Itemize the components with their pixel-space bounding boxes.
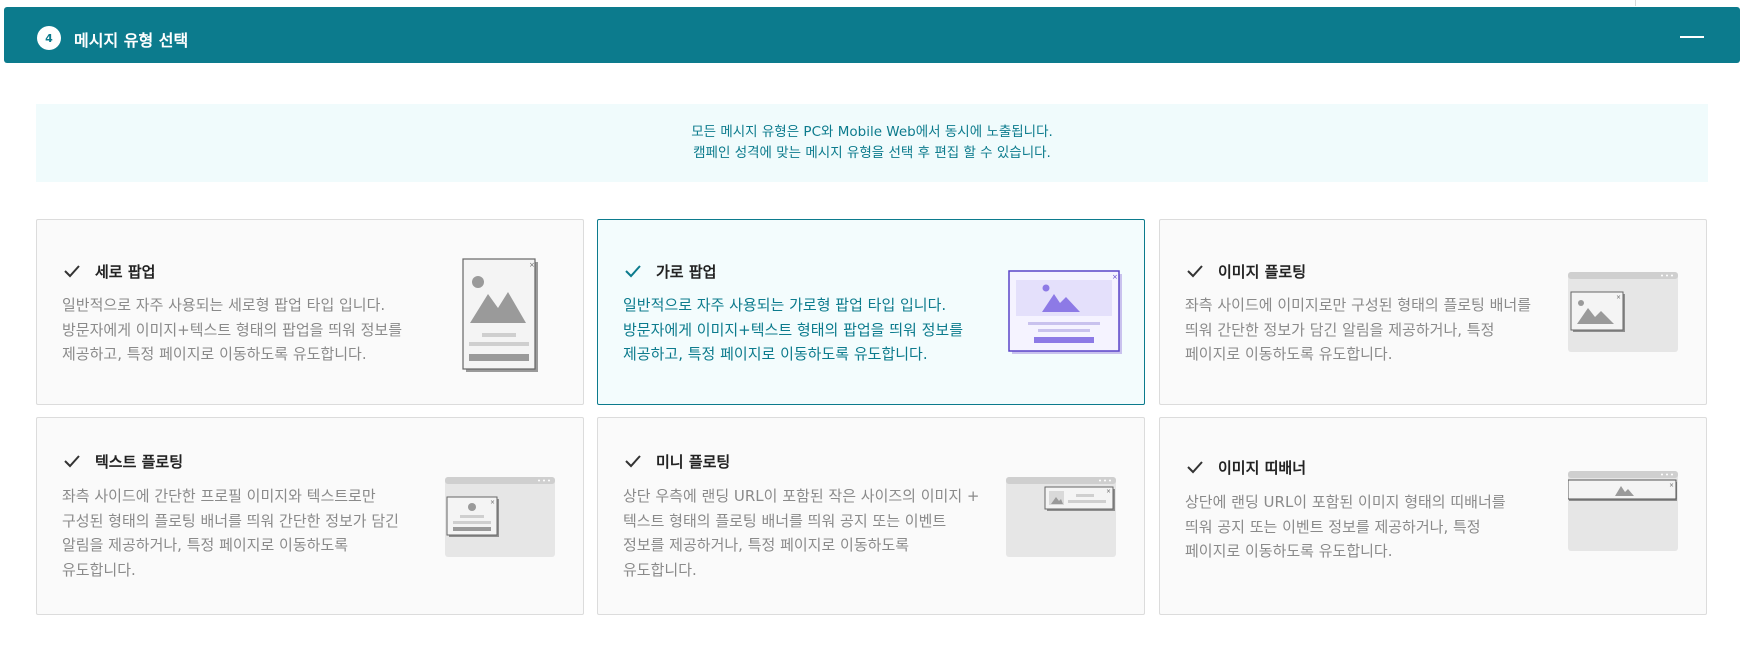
collapse-icon[interactable] [1680,36,1704,38]
card-vertical-popup[interactable]: 세로 팝업 일반적으로 자주 사용되는 세로형 팝업 타입 입니다. 방문자에게… [36,219,584,405]
svg-text:×: × [529,261,535,269]
horizontal-popup-illustration-icon: × [1008,270,1122,354]
top-right-divider [1635,0,1636,6]
check-icon [1187,265,1203,278]
notice-line-2: 캠페인 성격에 맞는 메시지 유형을 선택 후 편집 할 수 있습니다. [693,145,1051,161]
image-strip-banner-illustration-icon: × [1568,471,1678,551]
card-description: 일반적으로 자주 사용되는 세로형 팝업 타입 입니다. 방문자에게 이미지+텍… [62,296,403,363]
card-image-floating[interactable]: 이미지 플로팅 좌측 사이드에 이미지로만 구성된 형태의 플로팅 배너를 띄워… [1159,219,1707,405]
card-horizontal-popup[interactable]: 가로 팝업 일반적으로 자주 사용되는 가로형 팝업 타입 입니다. 방문자에게… [597,219,1145,405]
card-description: 상단 우측에 랜딩 URL이 포함된 작은 사이즈의 이미지 + 텍스트 형태의… [623,487,980,579]
section-title: 메시지 유형 선택 [74,31,189,50]
mini-floating-illustration-icon: × [1006,477,1116,557]
card-title: 텍스트 플로팅 [95,453,184,471]
section-header[interactable]: 4 메시지 유형 선택 [4,7,1740,63]
check-icon [1187,461,1203,474]
card-mini-floating[interactable]: 미니 플로팅 상단 우측에 랜딩 URL이 포함된 작은 사이즈의 이미지 + … [597,417,1145,615]
text-floating-illustration-icon: × [445,477,555,557]
card-title: 이미지 플로팅 [1218,263,1307,281]
check-icon [625,265,641,278]
card-title: 세로 팝업 [95,263,156,281]
card-description: 좌측 사이드에 이미지로만 구성된 형태의 플로팅 배너를 띄워 간단한 정보가… [1185,296,1532,363]
card-description: 일반적으로 자주 사용되는 가로형 팝업 타입 입니다. 방문자에게 이미지+텍… [623,296,964,363]
check-icon [64,265,80,278]
card-description: 좌측 사이드에 간단한 프로필 이미지와 텍스트로만 구성된 형태의 플로팅 배… [62,487,399,579]
card-title: 가로 팝업 [656,263,717,281]
card-description: 상단에 랜딩 URL이 포함된 이미지 형태의 띠배너를 띄워 공지 또는 이벤… [1185,493,1506,560]
svg-text:×: × [1669,482,1674,489]
svg-text:×: × [1616,294,1621,301]
check-icon [64,455,80,468]
svg-text:×: × [490,499,495,506]
card-title: 미니 플로팅 [656,453,731,471]
check-icon [625,455,641,468]
vertical-popup-illustration-icon: × [462,258,538,372]
svg-text:×: × [1106,488,1111,495]
notice-line-1: 모든 메시지 유형은 PC와 Mobile Web에서 동시에 노출됩니다. [691,124,1053,140]
step-number-badge: 4 [37,26,61,50]
card-text-floating[interactable]: 텍스트 플로팅 좌측 사이드에 간단한 프로필 이미지와 텍스트로만 구성된 형… [36,417,584,615]
info-notice: 모든 메시지 유형은 PC와 Mobile Web에서 동시에 노출됩니다. 캠… [36,104,1708,182]
card-title: 이미지 띠배너 [1218,459,1307,477]
svg-text:×: × [1112,273,1118,281]
image-floating-illustration-icon: × [1568,272,1678,352]
card-image-strip-banner[interactable]: 이미지 띠배너 상단에 랜딩 URL이 포함된 이미지 형태의 띠배너를 띄워 … [1159,417,1707,615]
